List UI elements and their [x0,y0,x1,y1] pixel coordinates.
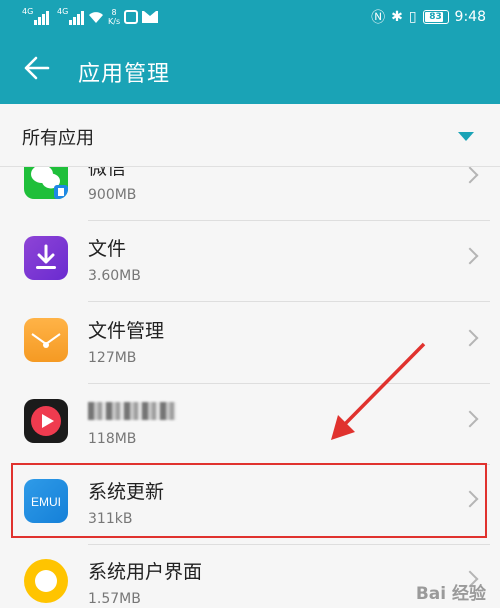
app-name: 微信 [88,167,127,179]
emui-icon: EMUI [24,479,68,523]
list-item[interactable]: EMUI 系统更新 311kB [0,465,500,545]
status-right: Ⓝ ✱ ▯ 83 9:48 [371,6,486,28]
watermark: Bai 经验 [415,584,486,604]
page-title: 应用管理 [78,62,171,87]
app-bar: 应用管理 [0,34,500,104]
app-size: 311kB [88,511,133,527]
arrow-left-icon[interactable] [22,54,50,82]
app-size: 900MB [88,187,137,203]
list-item[interactable]: 微信 900MB [0,167,500,221]
chevron-right-icon [461,329,479,347]
app-filter-dropdown[interactable]: 所有应用 [0,104,500,167]
app-size: 3.60MB [88,268,141,284]
net-speed-unit: K/s [108,17,121,26]
signal-label: 4G [57,7,69,16]
battery-icon: 83 [422,10,449,24]
triangle-down-icon[interactable] [458,132,474,141]
filter-label: 所有应用 [22,128,94,149]
list-item[interactable]: 118MB [0,385,500,465]
wifi-icon [89,12,103,23]
vibrate-icon: ▯ [408,9,417,25]
list-item[interactable]: 文件管理 127MB [0,304,500,384]
app-list: 微信 900MB 文件 3.60MB 文件管理 127MB 118MB EMUI… [0,167,500,608]
app-notification-icon [124,10,139,24]
chevron-right-icon [461,247,479,265]
wechat-icon [24,167,68,199]
ring-icon [24,559,68,603]
play-icon [24,399,68,443]
app-name: 系统用户界面 [88,561,203,583]
signal-icon: 4G [22,7,49,25]
signal-icon: 4G [57,7,84,25]
battery-level: 83 [429,12,442,22]
app-name: 文件 [88,238,127,260]
chevron-right-icon [461,167,479,184]
chevron-right-icon [461,410,479,428]
app-size: 1.57MB [88,591,141,607]
net-speed-value: 8 [111,8,117,17]
nfc-icon: Ⓝ [371,10,386,26]
status-left: 4G 4G 8 K/s [22,7,159,27]
signal-label: 4G [22,7,34,16]
mail-icon [142,11,159,23]
download-file-icon [24,236,68,280]
list-item[interactable]: 文件 3.60MB [0,222,500,302]
status-bar: 4G 4G 8 K/s Ⓝ ✱ ▯ 83 9:48 [0,0,500,34]
app-name: 系统更新 [88,481,165,503]
chevron-right-icon [461,490,479,508]
svg-text:EMUI: EMUI [31,495,61,509]
app-size: 127MB [88,350,137,366]
app-name: 文件管理 [88,320,165,342]
bluetooth-icon: ✱ [391,9,403,25]
clock: 9:48 [454,9,486,25]
net-speed: 8 K/s [108,8,120,26]
app-size: 118MB [88,431,137,447]
folder-icon [24,318,68,362]
app-name-redacted [88,399,176,421]
